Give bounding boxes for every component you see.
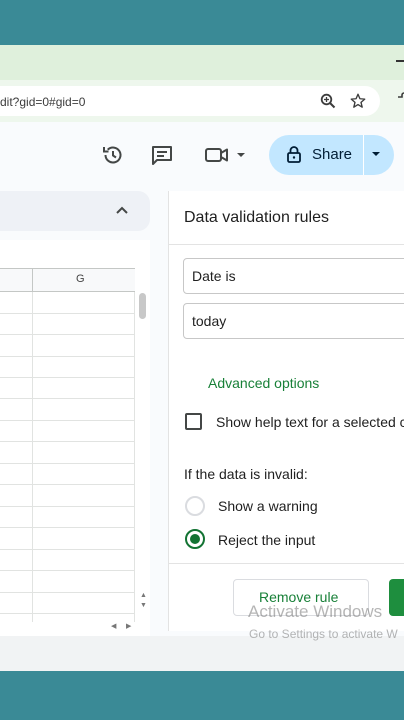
reject-input-label[interactable]: Reject the input <box>218 532 315 548</box>
grid-line <box>0 484 135 485</box>
zoom-icon[interactable] <box>320 93 336 109</box>
grid-line <box>0 463 135 464</box>
panel-divider <box>168 244 404 245</box>
activate-windows-subtext: Go to Settings to activate W <box>249 627 398 641</box>
scroll-right-arrow-icon[interactable]: ▶ <box>126 622 131 630</box>
panel-title: Data validation rules <box>184 209 329 226</box>
grid-line <box>0 441 135 442</box>
video-call-icon[interactable] <box>204 143 250 167</box>
share-label: Share <box>312 146 353 163</box>
vertical-scrollbar-thumb[interactable] <box>139 293 146 319</box>
advanced-options-link[interactable]: Advanced options <box>208 375 319 391</box>
scroll-down-arrow-icon[interactable]: ▼ <box>140 602 147 609</box>
reject-input-radio[interactable] <box>185 529 205 549</box>
star-icon[interactable] <box>349 92 367 110</box>
panel-footer-divider <box>168 563 404 564</box>
background-frame-bottom <box>0 671 404 720</box>
show-warning-radio[interactable] <box>185 496 205 516</box>
help-text-label: Show help text for a selected c <box>216 414 404 430</box>
activate-windows-watermark: Activate Windows <box>248 602 383 621</box>
done-button[interactable] <box>389 579 404 616</box>
show-warning-label[interactable]: Show a warning <box>218 498 318 514</box>
share-divider <box>363 135 364 175</box>
minimize-icon[interactable] <box>396 60 404 62</box>
data-validation-panel <box>168 191 404 631</box>
extension-icon[interactable] <box>396 92 404 110</box>
grid-line <box>0 398 135 399</box>
background-frame-top <box>0 0 404 45</box>
spreadsheet-grid[interactable] <box>0 240 150 636</box>
column-header-g[interactable]: G <box>76 273 85 285</box>
grid-line <box>0 527 135 528</box>
url-text[interactable]: dit?gid=0#gid=0 <box>0 95 85 109</box>
criteria-value: Date is <box>192 268 236 284</box>
grid-line <box>0 313 135 314</box>
scroll-left-arrow-icon[interactable]: ◀ <box>111 622 116 630</box>
window-titlebar <box>0 45 404 80</box>
date-value: today <box>192 313 227 329</box>
column-header-row <box>0 268 135 292</box>
grid-line <box>0 613 135 614</box>
grid-line <box>0 356 135 357</box>
grid-line <box>0 570 135 571</box>
grid-line <box>0 420 135 421</box>
chevron-up-icon[interactable] <box>115 205 129 215</box>
grid-line <box>134 292 135 622</box>
column-separator <box>32 268 33 292</box>
lock-icon <box>287 146 301 163</box>
grid-line <box>0 592 135 593</box>
comment-icon[interactable] <box>150 143 174 167</box>
invalid-data-label: If the data is invalid: <box>184 466 308 482</box>
sheet-tabs-bar <box>0 636 404 671</box>
history-icon[interactable] <box>101 143 125 167</box>
radio-selected-dot <box>190 534 200 544</box>
grid-line <box>0 506 135 507</box>
share-dropdown-icon[interactable] <box>371 150 381 158</box>
grid-line <box>0 334 135 335</box>
scroll-up-arrow-icon[interactable]: ▲ <box>140 592 147 599</box>
grid-line <box>0 377 135 378</box>
grid-line <box>32 292 33 622</box>
help-text-checkbox[interactable] <box>185 413 202 430</box>
grid-line <box>0 549 135 550</box>
